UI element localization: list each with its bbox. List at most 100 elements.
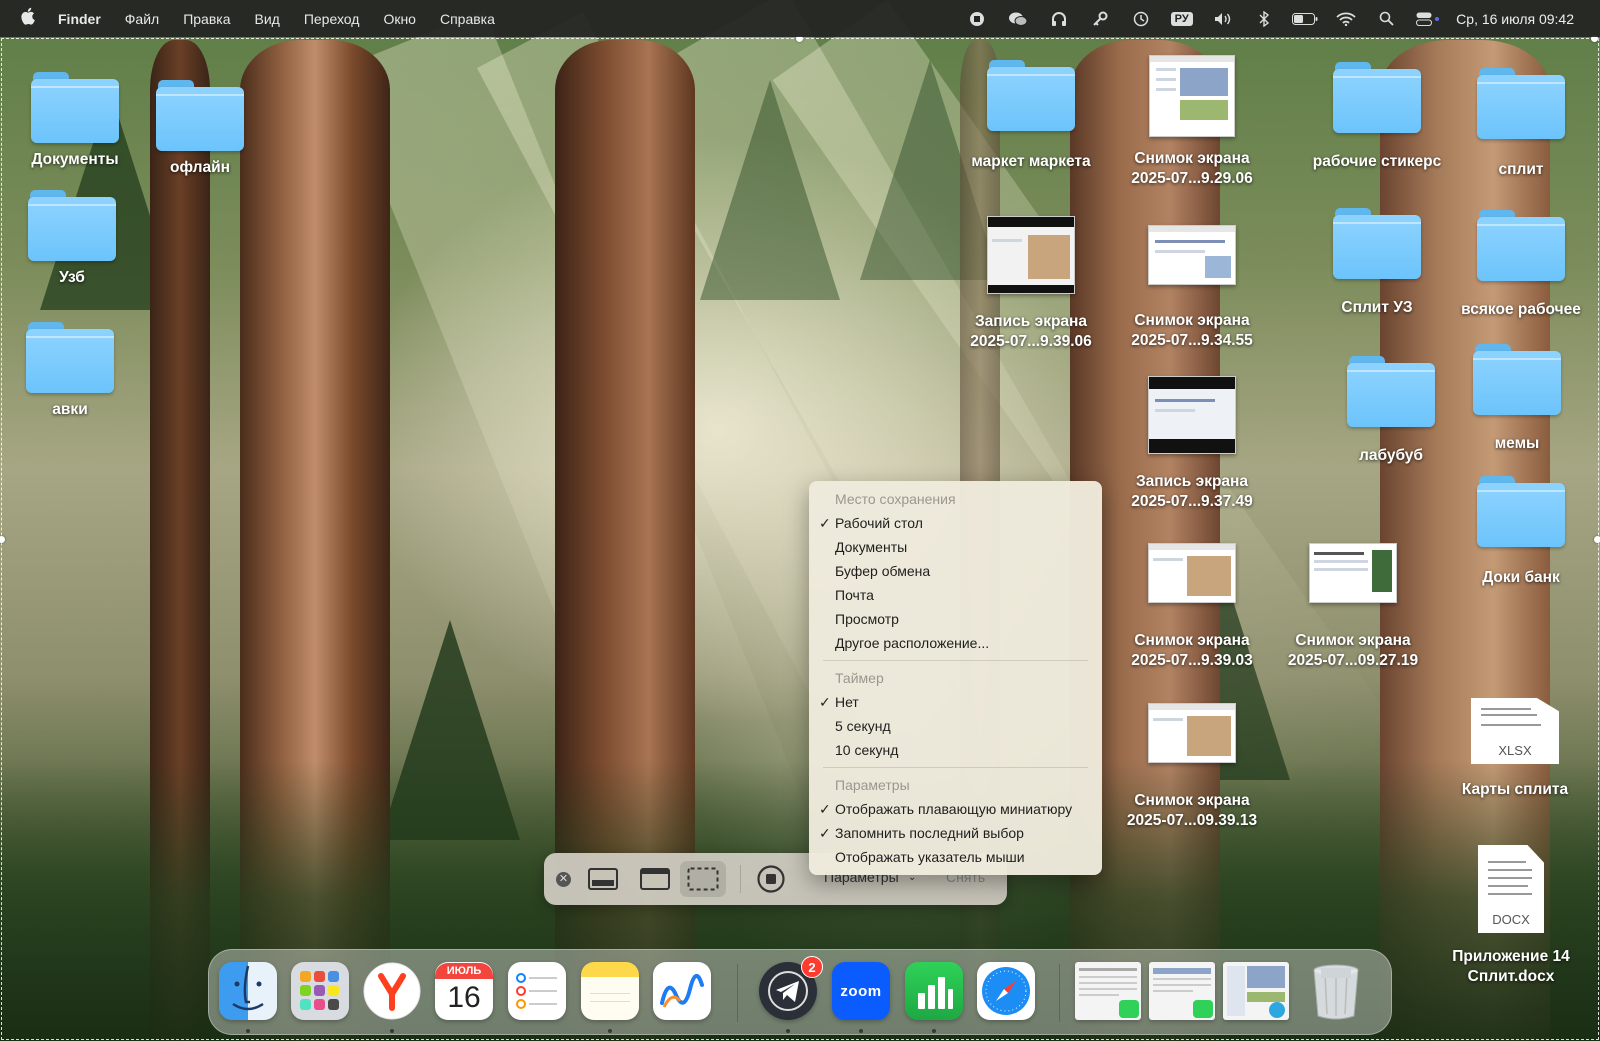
save-to-mail-item[interactable]: Почта bbox=[809, 583, 1102, 607]
capture-selection-button[interactable] bbox=[680, 861, 726, 897]
folder-label: офлайн bbox=[169, 159, 230, 176]
file-label-line1: Запись экрана bbox=[974, 313, 1088, 330]
screen-recording-file-93749[interactable]: Запись экрана 2025-07...9.37.49 bbox=[1117, 376, 1267, 512]
menu-item-label: Другое расположение... bbox=[835, 635, 990, 651]
dock-freeform[interactable] bbox=[653, 962, 711, 1020]
save-to-clipboard-item[interactable]: Буфер обмена bbox=[809, 559, 1102, 583]
dock-safari[interactable] bbox=[977, 962, 1035, 1020]
menu-bar: Finder Файл Правка Вид Переход Окно Спра… bbox=[0, 0, 1600, 37]
dock-recent-telegram-screenshot[interactable] bbox=[1223, 962, 1289, 1020]
menu-edit[interactable]: Правка bbox=[171, 11, 242, 27]
input-source-indicator[interactable]: РУ bbox=[1161, 0, 1202, 37]
dock-telegram[interactable]: 2 bbox=[759, 956, 823, 1020]
apple-menu-icon[interactable] bbox=[0, 7, 58, 30]
screenshot-file-93455[interactable]: Снимок экрана 2025-07...9.34.55 bbox=[1117, 225, 1267, 351]
dock-trash[interactable] bbox=[1307, 962, 1365, 1020]
document-file-prilozhenie-14[interactable]: DOCX Приложение 14 Сплит.docx bbox=[1436, 845, 1586, 987]
menu-window[interactable]: Окно bbox=[371, 11, 428, 27]
save-to-desktop-item[interactable]: ✓ Рабочий стол bbox=[809, 511, 1102, 535]
bluetooth-icon[interactable] bbox=[1243, 0, 1284, 37]
menubar-clock[interactable]: Ср, 16 июля 09:42 bbox=[1448, 11, 1574, 27]
wifi-icon[interactable] bbox=[1325, 0, 1366, 37]
folder-offline[interactable]: офлайн bbox=[125, 80, 275, 178]
dock-yandex-browser[interactable] bbox=[363, 962, 421, 1020]
dock-launchpad[interactable] bbox=[291, 962, 349, 1020]
spreadsheet-thumbnail-icon bbox=[1153, 968, 1213, 1018]
reminders-icon bbox=[516, 973, 557, 1009]
battery-icon[interactable] bbox=[1284, 0, 1325, 37]
show-mouse-pointer-item[interactable]: Отображать указатель мыши bbox=[809, 845, 1102, 869]
dock-finder[interactable] bbox=[219, 962, 277, 1020]
dock-reminders[interactable] bbox=[508, 962, 566, 1020]
dock-zoom[interactable]: zoom bbox=[832, 962, 890, 1020]
selection-handle-right[interactable] bbox=[1594, 536, 1600, 543]
save-to-other-location-item[interactable]: Другое расположение... bbox=[809, 631, 1102, 655]
screenshot-file-92906[interactable]: Снимок экрана 2025-07...9.29.06 bbox=[1117, 55, 1267, 189]
running-indicator bbox=[608, 1029, 612, 1033]
time-machine-icon[interactable] bbox=[1120, 0, 1161, 37]
save-to-preview-item[interactable]: Просмотр bbox=[809, 607, 1102, 631]
folder-market[interactable]: маркет маркета bbox=[956, 60, 1106, 172]
screenshot-file-093913[interactable]: Снимок экрана 2025-07...09.39.13 bbox=[1117, 703, 1267, 831]
folder-split-uz[interactable]: Сплит УЗ bbox=[1302, 208, 1452, 318]
spreadsheet-file-karty-splita[interactable]: XLSX Карты сплита bbox=[1440, 698, 1590, 800]
zoom-icon: zoom bbox=[840, 982, 882, 1000]
dock-recent-numbers-doc-1[interactable] bbox=[1075, 962, 1141, 1020]
folder-icon bbox=[1333, 62, 1421, 134]
timer-5-seconds-item[interactable]: 5 секунд bbox=[809, 714, 1102, 738]
notification-badge: 2 bbox=[801, 956, 823, 978]
screenshot-file-93903[interactable]: Снимок экрана 2025-07...9.39.03 bbox=[1117, 543, 1267, 671]
menu-app-finder[interactable]: Finder bbox=[58, 11, 113, 27]
show-floating-thumbnail-item[interactable]: ✓ Отображать плавающую миниатюру bbox=[809, 797, 1102, 821]
menu-item-label: Отображать плавающую миниатюру bbox=[835, 801, 1073, 817]
spreadsheet-thumbnail-icon bbox=[1079, 968, 1139, 1018]
folder-vsyakoe-rabochee[interactable]: всякое рабочее bbox=[1446, 210, 1596, 320]
folder-uzb[interactable]: Узб bbox=[0, 190, 147, 288]
xlsx-file-icon: XLSX bbox=[1471, 698, 1559, 764]
dock-notes[interactable] bbox=[581, 962, 639, 1020]
folder-rabochie-stikers[interactable]: рабочие стикерс bbox=[1302, 62, 1452, 172]
running-indicator bbox=[859, 1029, 863, 1033]
folder-label: мемы bbox=[1494, 435, 1540, 452]
close-toolbar-button[interactable]: ✕ bbox=[556, 872, 571, 887]
file-label-line2: 2025-07...09.27.19 bbox=[1287, 652, 1419, 669]
folder-icon bbox=[1473, 344, 1561, 416]
timer-none-item[interactable]: ✓ Нет bbox=[809, 690, 1102, 714]
record-stop-icon[interactable] bbox=[956, 0, 997, 37]
menu-go[interactable]: Переход bbox=[292, 11, 372, 27]
dock-recent-numbers-doc-2[interactable] bbox=[1149, 962, 1215, 1020]
capture-window-button[interactable] bbox=[634, 861, 676, 897]
capture-entire-screen-button[interactable] bbox=[582, 861, 624, 897]
control-center-icon[interactable] bbox=[1407, 0, 1448, 37]
volume-icon[interactable] bbox=[1202, 0, 1243, 37]
file-label-line2: Сплит.docx bbox=[1467, 968, 1555, 985]
wechat-icon[interactable] bbox=[997, 0, 1038, 37]
headphones-icon[interactable] bbox=[1038, 0, 1079, 37]
folder-split[interactable]: сплит bbox=[1446, 68, 1596, 180]
folder-memy[interactable]: мемы bbox=[1442, 344, 1592, 454]
screen-recording-file-93906[interactable]: Запись экрана 2025-07...9.39.06 bbox=[956, 216, 1106, 352]
dock-numbers[interactable] bbox=[905, 962, 963, 1020]
timer-10-seconds-item[interactable]: 10 секунд bbox=[809, 738, 1102, 762]
file-label-line2: 2025-07...9.37.49 bbox=[1131, 493, 1253, 510]
folder-icon bbox=[1333, 208, 1421, 280]
launchpad-icon bbox=[300, 971, 339, 1010]
folder-avki[interactable]: авки bbox=[0, 322, 145, 420]
dock-calendar[interactable]: ИЮЛЬ 16 bbox=[435, 962, 493, 1020]
key-icon[interactable] bbox=[1079, 0, 1120, 37]
folder-label: маркет маркета bbox=[971, 153, 1091, 170]
recording-thumbnail bbox=[987, 216, 1075, 294]
record-screen-button[interactable] bbox=[750, 861, 792, 897]
notes-icon bbox=[590, 993, 630, 1002]
remember-last-selection-item[interactable]: ✓ Запомнить последний выбор bbox=[809, 821, 1102, 845]
spotlight-search-icon[interactable] bbox=[1366, 0, 1407, 37]
menu-file[interactable]: Файл bbox=[113, 11, 171, 27]
entire-screen-icon bbox=[588, 868, 618, 890]
menu-help[interactable]: Справка bbox=[428, 11, 507, 27]
file-label-line1: Снимок экрана bbox=[1295, 632, 1411, 649]
menu-view[interactable]: Вид bbox=[243, 11, 292, 27]
folder-doki-bank[interactable]: Доки банк bbox=[1446, 476, 1596, 588]
save-to-documents-item[interactable]: Документы bbox=[809, 535, 1102, 559]
file-label-line2: 2025-07...9.39.03 bbox=[1131, 652, 1253, 669]
screenshot-file-092719[interactable]: Снимок экрана 2025-07...09.27.19 bbox=[1278, 543, 1428, 671]
